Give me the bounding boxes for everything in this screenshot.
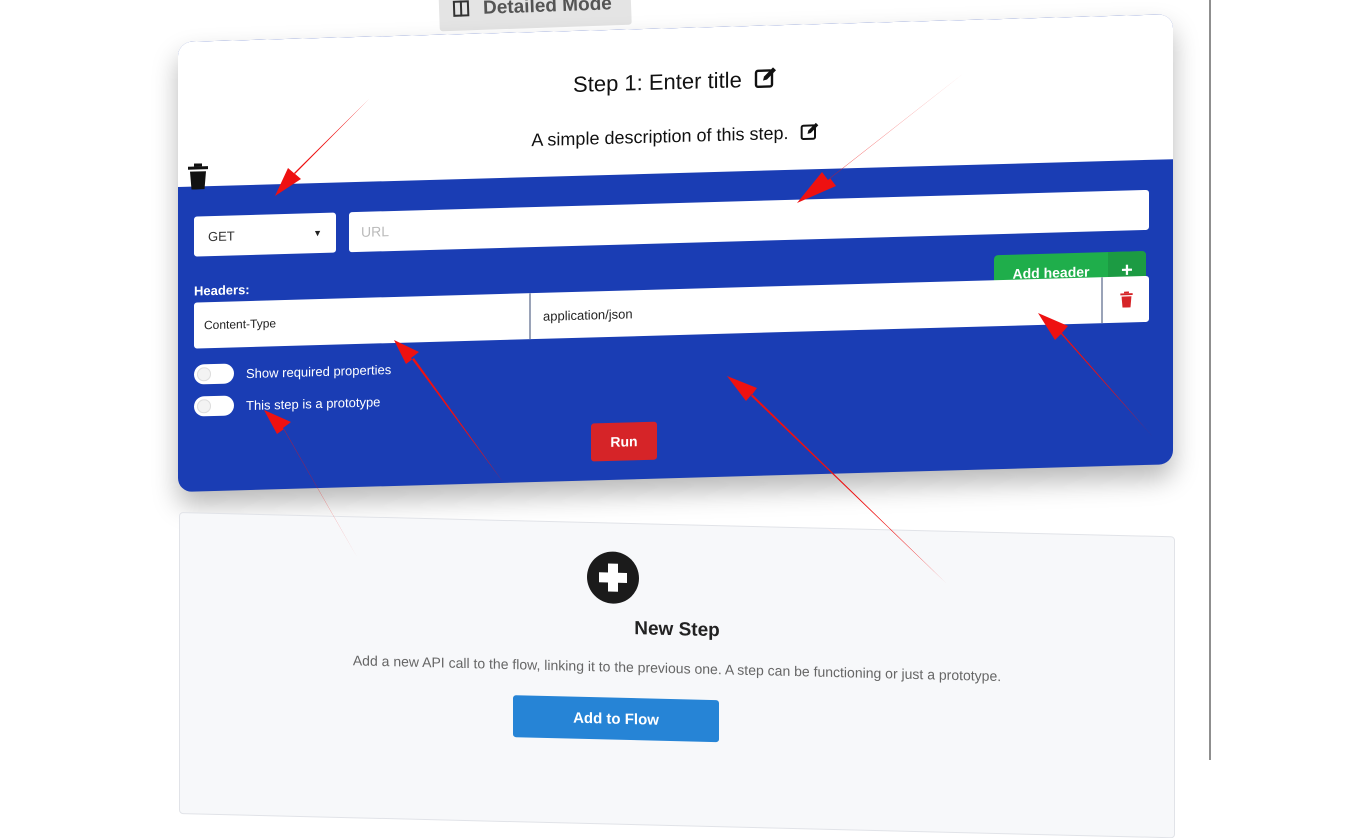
header-value-input[interactable]: application/json (531, 277, 1103, 340)
edit-title-icon[interactable] (754, 65, 778, 90)
prototype-toggle-row: This step is a prototype (194, 391, 381, 417)
run-button[interactable]: Run (591, 421, 657, 462)
new-step-title: New Step (634, 618, 720, 642)
http-method-value: GET (208, 227, 235, 244)
url-input[interactable] (349, 189, 1149, 253)
add-circle-icon (587, 550, 639, 605)
prototype-toggle[interactable] (194, 395, 234, 417)
show-required-toggle-row: Show required properties (194, 359, 391, 385)
new-step-description: Add a new API call to the flow, linking … (352, 652, 1002, 685)
step-description[interactable]: A simple description of this step. (178, 111, 1173, 161)
show-required-toggle[interactable] (194, 363, 234, 385)
step-card-header: Step 1: Enter title A simple description… (178, 14, 1173, 190)
new-step-panel: New Step Add a new API call to the flow,… (179, 512, 1175, 838)
delete-step-icon[interactable] (188, 163, 208, 190)
page-divider (1209, 0, 1211, 760)
caret-down-icon: ▼ (313, 227, 322, 239)
detailed-mode-tab[interactable]: Detailed Mode (438, 0, 632, 32)
header-key-input[interactable]: Content-Type (194, 293, 531, 349)
detailed-mode-label: Detailed Mode (482, 0, 613, 19)
add-to-flow-button[interactable]: Add to Flow (513, 695, 719, 743)
http-method-select[interactable]: GET ▼ (194, 212, 336, 257)
step-title[interactable]: Step 1: Enter title (178, 54, 1173, 109)
edit-description-icon[interactable] (800, 121, 820, 142)
step-card: Step 1: Enter title A simple description… (178, 14, 1173, 493)
step-title-text: Step 1: Enter title (573, 67, 742, 97)
headers-label: Headers: (194, 281, 250, 299)
trash-icon (1119, 291, 1133, 308)
delete-header-button[interactable] (1103, 276, 1149, 323)
header-row: Content-Type application/json (194, 275, 1149, 349)
show-required-label: Show required properties (246, 361, 392, 381)
step-description-text: A simple description of this step. (531, 122, 789, 151)
prototype-label: This step is a prototype (246, 393, 381, 413)
columns-icon (452, 0, 470, 17)
